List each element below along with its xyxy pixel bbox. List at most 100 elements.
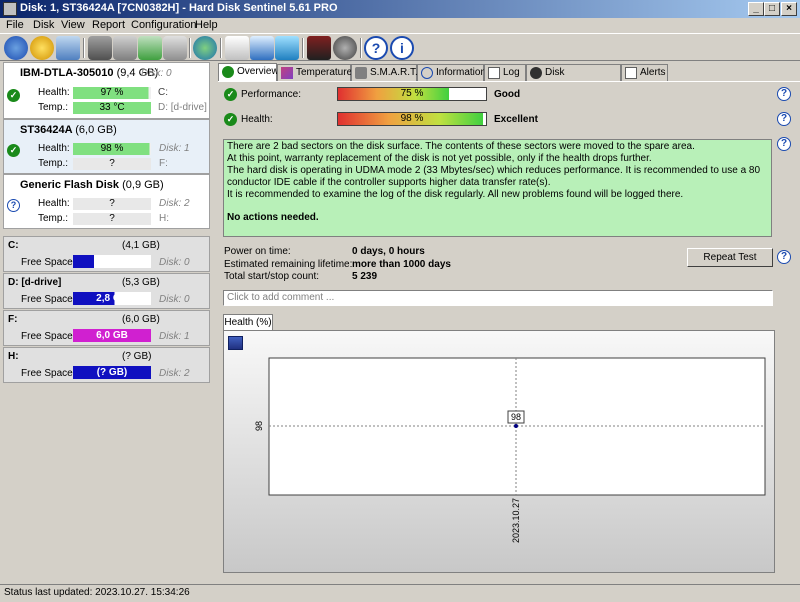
alert-icon: [625, 67, 637, 79]
volume-disk: Disk: 0: [159, 257, 190, 268]
menu-disk[interactable]: Disk: [33, 19, 54, 31]
repeat-test-button[interactable]: Repeat Test: [687, 248, 773, 267]
tab-health-chart[interactable]: Health (%): [223, 314, 273, 331]
data-label: 98: [511, 412, 521, 422]
maximize-button[interactable]: □: [764, 2, 780, 16]
volume-h[interactable]: H: (? GB) Free Space (? GB) Disk: 2: [3, 347, 210, 383]
comment-field[interactable]: Click to add comment ...: [223, 290, 773, 306]
menu-view[interactable]: View: [61, 19, 85, 31]
temp-label: Temp.:: [38, 213, 69, 224]
health-bar: 98 %: [337, 112, 487, 126]
help-icon[interactable]: ?: [777, 112, 791, 126]
help-icon[interactable]: ?: [364, 36, 388, 60]
about-icon[interactable]: i: [390, 36, 414, 60]
health-ok-icon: ✓: [224, 113, 237, 126]
monitor-icon[interactable]: [307, 36, 331, 60]
volume-disk: Disk: 1: [159, 331, 190, 342]
message-action: No actions needed.: [227, 212, 319, 223]
health-bar: 98 %: [73, 143, 151, 155]
disk-number: Disk: 2: [159, 198, 190, 209]
refresh-icon[interactable]: [4, 36, 28, 60]
volume-c[interactable]: C: (4,1 GB) Free Space 1,1 GB Disk: 0: [3, 236, 210, 272]
help-icon[interactable]: ?: [777, 250, 791, 264]
warning-icon[interactable]: [30, 36, 54, 60]
startstop-value: 5 239: [352, 271, 378, 282]
volume-f[interactable]: F: (6,0 GB) Free Space 6,0 GB Disk: 1: [3, 310, 210, 346]
tab-disk-performance[interactable]: Disk Performance: [526, 64, 621, 93]
ok-icon: ✓: [7, 144, 20, 157]
health-label: Health:: [241, 114, 273, 125]
performance-rating: Good: [494, 89, 521, 100]
tab-information[interactable]: Information: [417, 64, 486, 81]
message-line: The hard disk is operating in UDMA mode …: [227, 165, 761, 176]
volume-name: F:: [8, 314, 18, 325]
health-label: Health:: [38, 143, 70, 154]
test-icon[interactable]: [138, 36, 162, 60]
close-button[interactable]: ×: [781, 2, 797, 16]
refresh-report-icon[interactable]: [250, 36, 274, 60]
volume-size: (4,1 GB): [122, 240, 160, 251]
disk-item-2[interactable]: Generic Flash Disk (0,9 GB) Disk: 2 ? He…: [3, 174, 210, 229]
menu-help[interactable]: Help: [195, 19, 218, 31]
volume-disk: Disk: 0: [159, 294, 190, 305]
send-icon[interactable]: [275, 36, 299, 60]
disk-size: (6,0 GB): [75, 124, 117, 136]
disk-name: IBM-DTLA-305010: [20, 67, 114, 79]
temp-value: ?: [73, 158, 151, 170]
menu-file[interactable]: File: [6, 19, 24, 31]
volume-d[interactable]: D: [d-drive] (5,3 GB) Free Space 2,8 GB …: [3, 273, 210, 309]
unknown-status-icon: ?: [7, 199, 20, 212]
menu-configuration[interactable]: Configuration: [131, 19, 196, 31]
globe-icon[interactable]: [193, 36, 217, 60]
free-space-label: Free Space: [21, 294, 73, 305]
menu-report[interactable]: Report: [92, 19, 125, 31]
log-icon: [488, 67, 500, 79]
help-icon[interactable]: ?: [777, 87, 791, 101]
smart-icon: [355, 67, 367, 79]
temp-label: Temp.:: [38, 158, 69, 169]
volume-name: C:: [8, 240, 19, 251]
drive-letter: C:: [158, 87, 168, 98]
free-space-bar: (? GB): [73, 366, 151, 379]
status-message-box: There are 2 bad sectors on the disk surf…: [223, 139, 772, 237]
lifetime-label: Estimated remaining lifetime:: [224, 259, 353, 270]
report-icon[interactable]: [225, 36, 249, 60]
disk-info-icon[interactable]: [56, 36, 80, 60]
tab-smart[interactable]: S.M.A.R.T.: [351, 64, 418, 81]
drive-letter: H:: [159, 213, 169, 224]
health-chart-area: 98 98 2023.10.27: [223, 330, 775, 573]
settings-icon[interactable]: [333, 36, 357, 60]
minimize-button[interactable]: _: [748, 2, 764, 16]
thermometer-icon: [281, 67, 293, 79]
tab-overview[interactable]: Overview: [218, 63, 279, 81]
free-space-label: Free Space: [21, 331, 73, 342]
performance-label: Performance:: [241, 89, 302, 100]
tools-icon[interactable]: [163, 36, 187, 60]
disk-list-panel: IBM-DTLA-305010 (9,4 GB) Disk: 0 ✓ Healt…: [3, 62, 210, 580]
health-rating: Excellent: [494, 114, 538, 125]
health-chart: 98 98 2023.10.27: [254, 357, 766, 543]
volume-name: D: [d-drive]: [8, 277, 62, 288]
health-label: Health:: [38, 87, 70, 98]
help-icon[interactable]: ?: [777, 137, 791, 151]
disk-name: Generic Flash Disk: [20, 179, 120, 191]
health-value: ?: [73, 198, 151, 210]
drive-letter: F:: [159, 158, 168, 169]
disk-number: Disk: 0: [141, 68, 172, 79]
disk-item-1[interactable]: ST36424A (6,0 GB) Disk: 1 ✓ Health: 98 %…: [3, 119, 210, 174]
free-space-bar: 1,1 GB: [73, 255, 151, 268]
temp-value: 33 °C: [73, 102, 151, 114]
disk-item-0[interactable]: IBM-DTLA-305010 (9,4 GB) Disk: 0 ✓ Healt…: [3, 62, 210, 119]
tab-temperature[interactable]: Temperature: [277, 64, 352, 81]
power-on-value: 0 days, 0 hours: [352, 246, 425, 257]
free-space-bar: 6,0 GB: [73, 329, 151, 342]
y-tick-label: 98: [254, 421, 264, 431]
drive-icon[interactable]: [88, 36, 112, 60]
wrench-icon[interactable]: [113, 36, 137, 60]
tab-alerts[interactable]: Alerts: [621, 64, 668, 81]
tab-log[interactable]: Log: [484, 64, 526, 81]
free-space-label: Free Space: [21, 257, 73, 268]
startstop-label: Total start/stop count:: [224, 271, 320, 282]
message-line: It is recommended to examine the log of …: [227, 189, 684, 200]
volume-size: (? GB): [122, 351, 152, 362]
